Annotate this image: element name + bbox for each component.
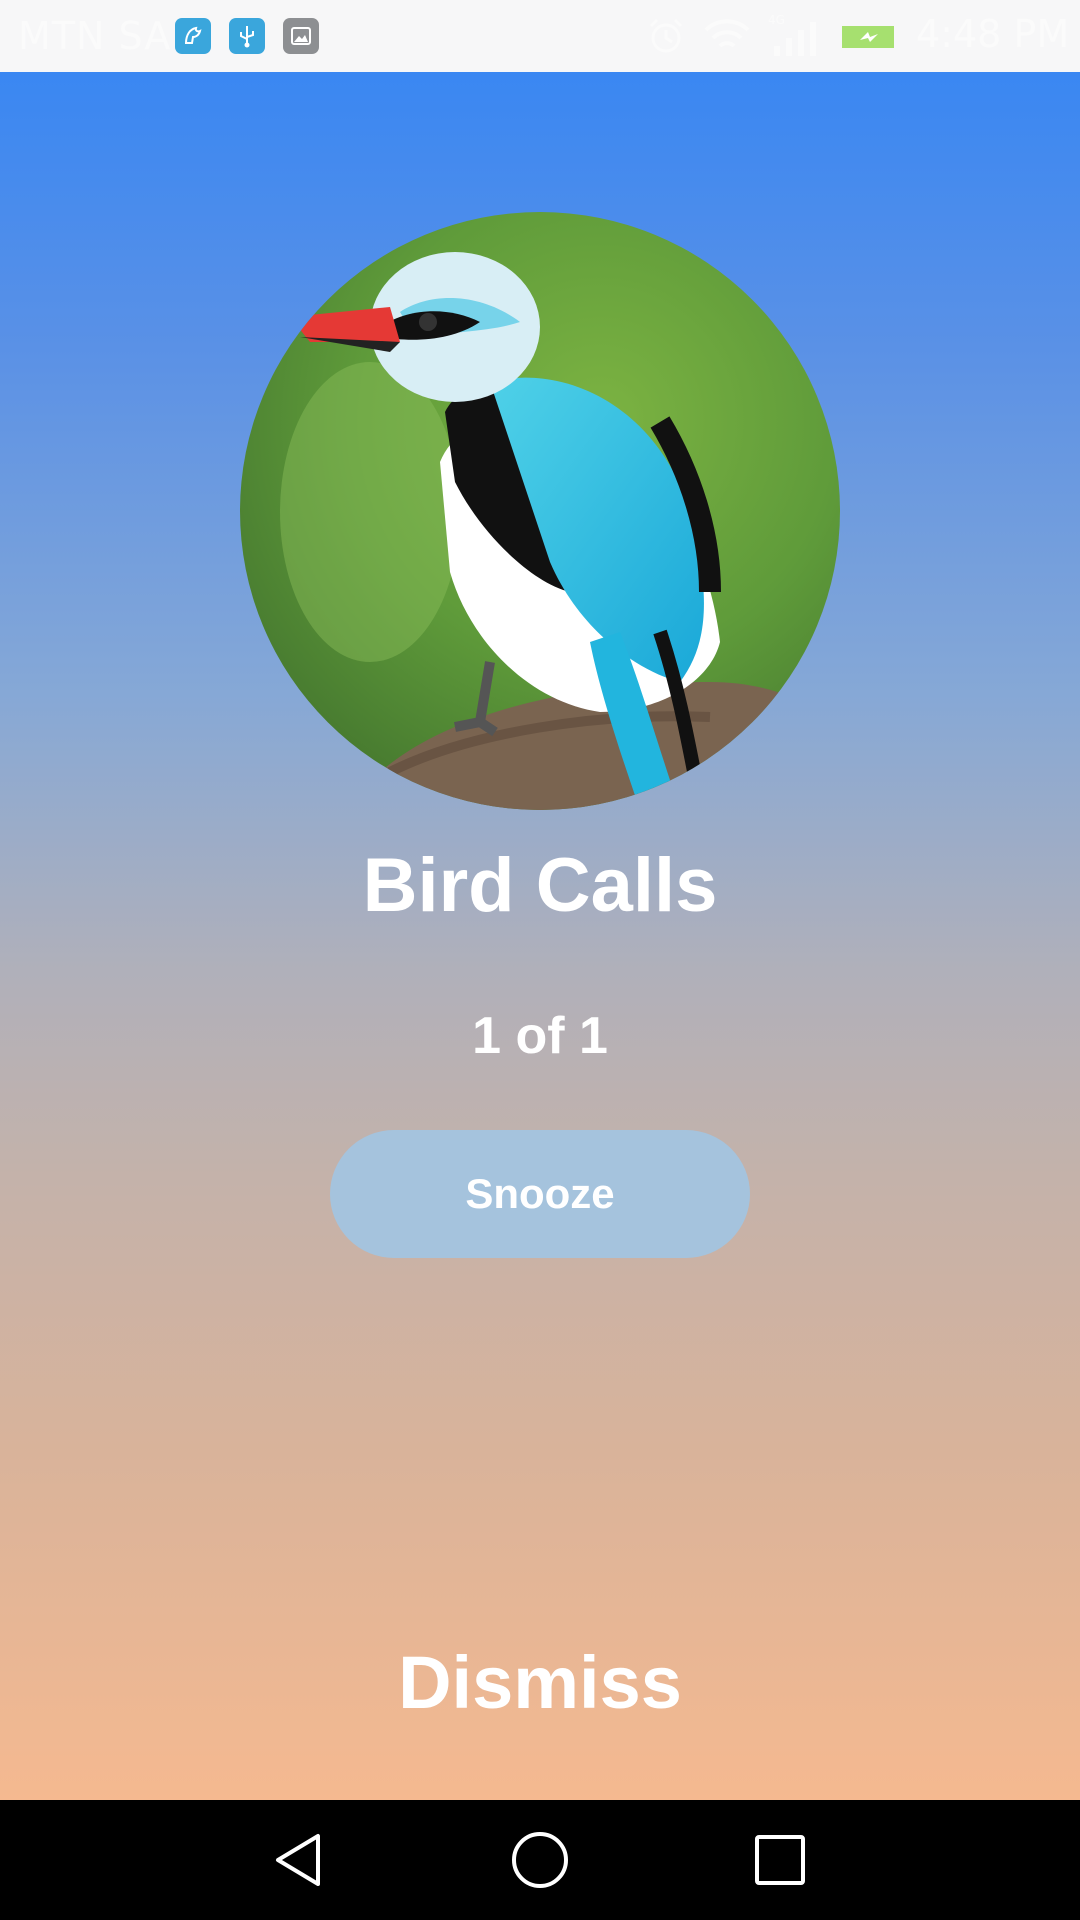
wifi-icon [702, 16, 752, 60]
home-icon[interactable] [510, 1830, 570, 1894]
carrier-name: MTN SA [18, 14, 172, 58]
navigation-bar [0, 1800, 1080, 1920]
signal-icon: 4G [766, 10, 822, 62]
battery-charging-icon [842, 26, 894, 48]
alarm-screen: MTN SA 4G 4:48 PM Bird Calls 1 of 1 Snoo… [0, 0, 1080, 1920]
bird-photo [240, 212, 840, 810]
recents-icon[interactable] [750, 1830, 810, 1894]
alarm-count: 1 of 1 [472, 1007, 608, 1065]
usb-icon [229, 18, 265, 54]
alarm-icon [646, 16, 686, 60]
app-notification-icon [175, 18, 211, 54]
status-clock: 4:48 PM [916, 12, 1070, 56]
status-bar: MTN SA 4G 4:48 PM [0, 0, 1080, 72]
snooze-button[interactable]: Snooze [330, 1130, 750, 1258]
svg-text:4G: 4G [768, 13, 785, 27]
back-icon[interactable] [270, 1830, 330, 1894]
alarm-title: Bird Calls [362, 843, 718, 928]
alarm-content: Bird Calls 1 of 1 Snooze Dismiss [0, 72, 1080, 1800]
dismiss-button[interactable]: Dismiss [0, 1640, 1080, 1725]
image-icon [283, 18, 319, 54]
